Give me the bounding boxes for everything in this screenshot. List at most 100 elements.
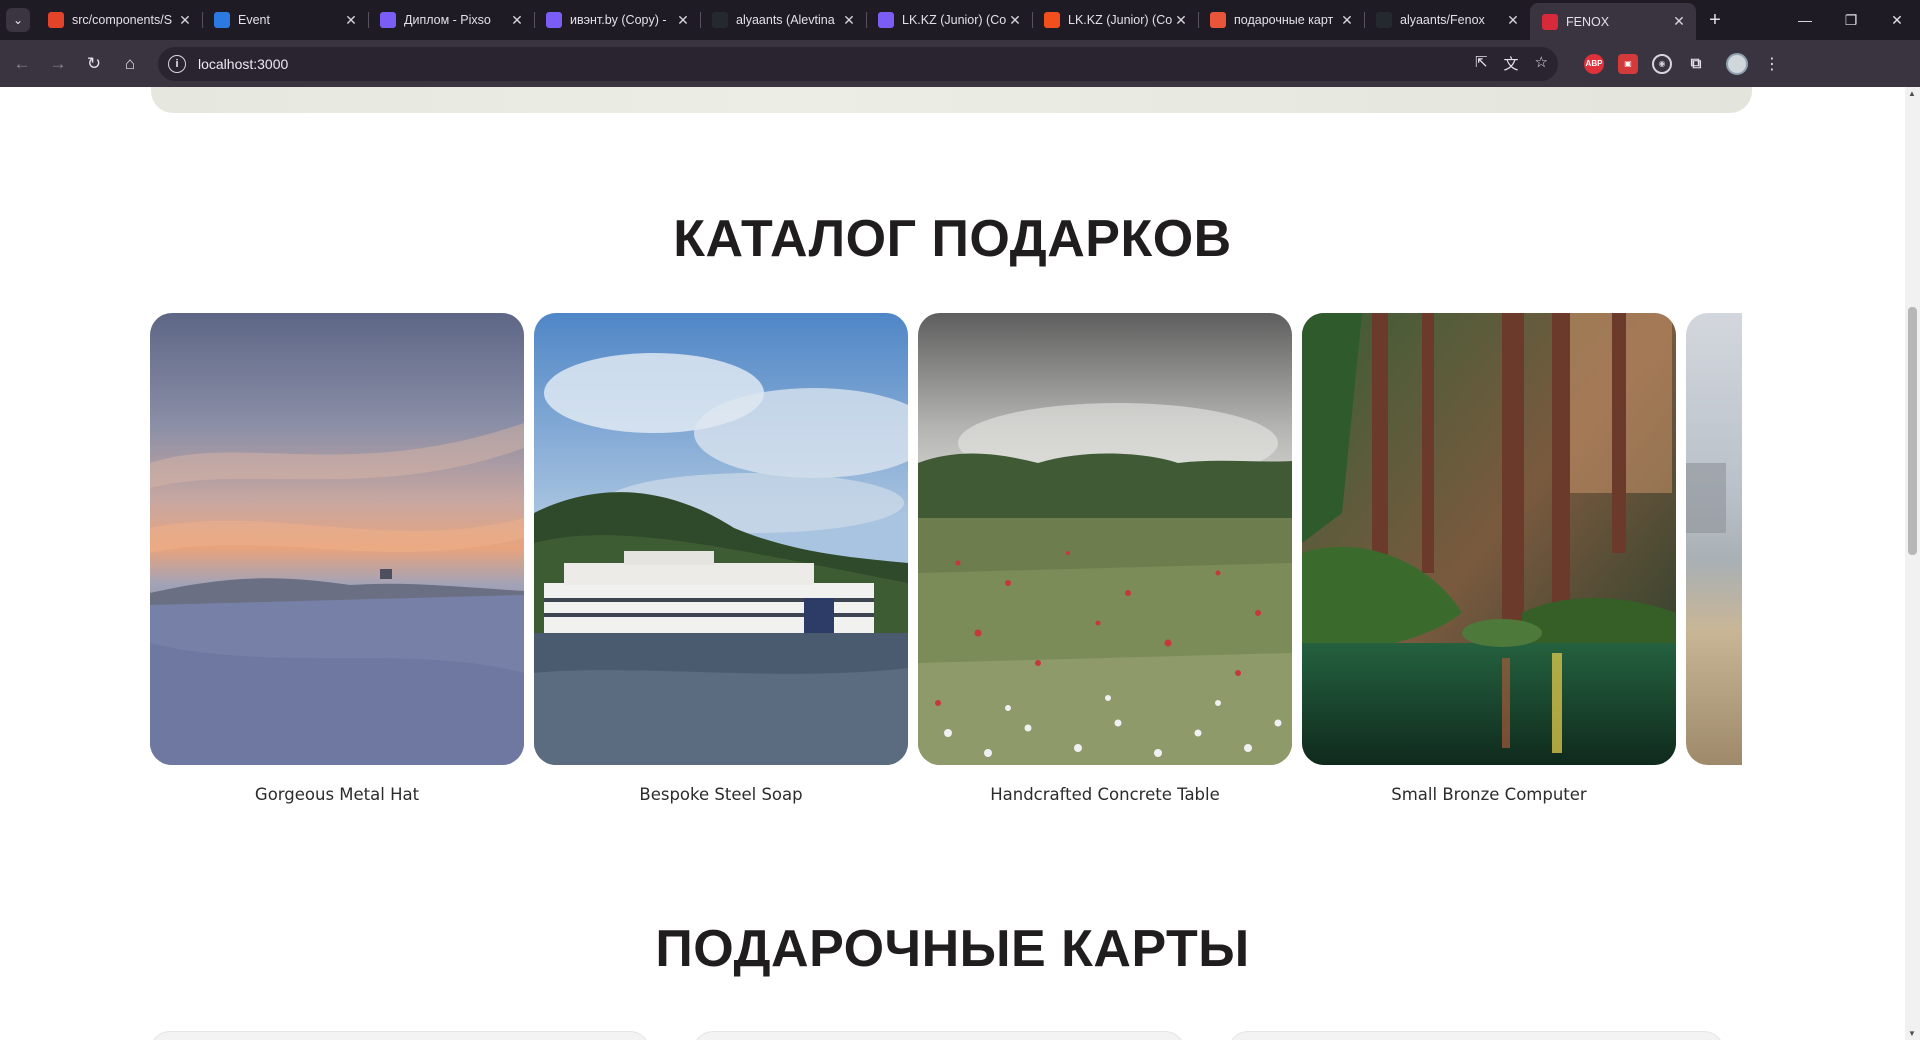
- home-button[interactable]: ⌂: [112, 46, 148, 82]
- product-image[interactable]: [1302, 313, 1676, 765]
- browser-tab[interactable]: LK.KZ (Junior) (Co ✕: [866, 3, 1032, 37]
- close-tab-icon[interactable]: ✕: [840, 11, 858, 29]
- product-name[interactable]: Gorgeous Metal Hat: [150, 785, 524, 804]
- close-tab-icon[interactable]: ✕: [1172, 11, 1190, 29]
- browser-tab[interactable]: подарочные карт ✕: [1198, 3, 1364, 37]
- browser-tab[interactable]: src/components/S ✕: [36, 3, 202, 37]
- tab-title: src/components/S: [72, 13, 173, 27]
- browser-tab[interactable]: alyaants/Fenox ✕: [1364, 3, 1530, 37]
- open-in-app-icon[interactable]: ⇱: [1475, 53, 1488, 74]
- product-name[interactable]: Handcrafted Concrete Table: [918, 785, 1292, 804]
- puzzle-extensions-icon[interactable]: ⧉: [1686, 54, 1706, 74]
- close-tab-icon[interactable]: ✕: [342, 11, 360, 29]
- product-card[interactable]: [1686, 313, 1742, 785]
- reload-button[interactable]: ↻: [76, 46, 112, 82]
- gift-card-tile[interactable]: [693, 1031, 1185, 1040]
- scroll-down-icon[interactable]: ▼: [1908, 1029, 1916, 1038]
- profile-avatar[interactable]: [1726, 52, 1748, 75]
- record-extension-icon[interactable]: ◉: [1652, 53, 1672, 74]
- product-image[interactable]: [1686, 313, 1742, 765]
- sunset-dunes-photo: [150, 313, 524, 765]
- product-image[interactable]: [534, 313, 908, 765]
- plus-icon: +: [1709, 8, 1721, 31]
- pixso-icon: [380, 12, 396, 28]
- address-bar[interactable]: i localhost:3000 ⇱ 文 ☆: [158, 46, 1558, 81]
- product-card[interactable]: Handcrafted Concrete Table: [918, 313, 1292, 804]
- reload-icon: ↻: [86, 53, 102, 73]
- product-card[interactable]: Small Bronze Computer: [1302, 313, 1676, 804]
- pixso-icon: [878, 12, 894, 28]
- tab-title: Event: [238, 13, 270, 27]
- chevron-down-icon: ⌄: [6, 8, 30, 32]
- scrollbar-thumb[interactable]: [1908, 307, 1917, 555]
- back-button[interactable]: ←: [4, 46, 40, 82]
- tab-title: Диплом - Pixso: [404, 13, 491, 27]
- close-tab-icon[interactable]: ✕: [176, 11, 194, 29]
- restore-button[interactable]: ❐: [1828, 0, 1874, 40]
- browser-tab[interactable]: Event ✕: [202, 3, 368, 37]
- poppy-meadow-photo: [918, 313, 1292, 765]
- extensions-area: ABP ▣ ◉ ⧉: [1584, 53, 1706, 74]
- browser-tab[interactable]: ивэнт.by (Copy) - ✕: [534, 3, 700, 37]
- adblock-extension-icon[interactable]: ABP: [1584, 53, 1604, 74]
- tab-title: LK.KZ (Junior) (Co: [902, 13, 1006, 27]
- hero-banner-bottom: [151, 87, 1752, 113]
- gift-card-tile[interactable]: [1228, 1031, 1724, 1040]
- browser-tab[interactable]: Диплом - Pixso ✕: [368, 3, 534, 37]
- product-card[interactable]: Gorgeous Metal Hat: [150, 313, 524, 804]
- tab-search-button[interactable]: ⌄: [0, 0, 36, 40]
- site-info-icon[interactable]: i: [168, 54, 186, 73]
- browser-menu-icon[interactable]: ⋮: [1762, 54, 1782, 74]
- browser-tab-bar: ⌄ src/components/S ✕ Event ✕ Диплом - Pixso ✕…: [0, 0, 1920, 40]
- tab-title: FENOX: [1566, 14, 1610, 29]
- new-tab-button[interactable]: +: [1698, 3, 1732, 37]
- close-tab-icon[interactable]: ✕: [1338, 11, 1356, 29]
- beach-photo: [1686, 313, 1742, 765]
- forward-arrow-icon: →: [49, 53, 67, 73]
- browser-tab[interactable]: FENOX ✕: [1530, 3, 1696, 40]
- gitlab-icon: [48, 12, 64, 28]
- tab-strip: src/components/S ✕ Event ✕ Диплом - Pixso ✕ ив…: [36, 0, 1696, 40]
- close-window-button[interactable]: ✕: [1874, 0, 1920, 40]
- gift-card-tile[interactable]: [150, 1031, 650, 1040]
- tab-title: ивэнт.by (Copy) -: [570, 13, 667, 27]
- gift-catalog-carousel[interactable]: Gorgeous Metal Hat Bespoke Steel Soap Ha…: [150, 313, 1742, 813]
- browser-tab[interactable]: alyaants (Alevtina ✕: [700, 3, 866, 37]
- github-icon: [712, 12, 728, 28]
- product-image[interactable]: [918, 313, 1292, 765]
- window-controls: — ❐ ✕: [1782, 0, 1920, 40]
- app-icon: [1210, 12, 1226, 28]
- page-icon: [214, 12, 230, 28]
- minimize-button[interactable]: —: [1782, 0, 1828, 40]
- tab-title: alyaants (Alevtina: [736, 13, 835, 27]
- close-tab-icon[interactable]: ✕: [1504, 11, 1522, 29]
- product-name[interactable]: Small Bronze Computer: [1302, 785, 1676, 804]
- close-tab-icon[interactable]: ✕: [674, 11, 692, 29]
- tab-title: alyaants/Fenox: [1400, 13, 1485, 27]
- pixso-icon: [546, 12, 562, 28]
- extension-icon[interactable]: ▣: [1618, 53, 1638, 74]
- catalog-title: КАТАЛОГ ПОДАРКОВ: [673, 210, 1232, 268]
- forest-stream-photo: [1302, 313, 1676, 765]
- scroll-up-icon[interactable]: ▲: [1908, 89, 1916, 98]
- product-name[interactable]: Bespoke Steel Soap: [534, 785, 908, 804]
- address-url[interactable]: localhost:3000: [198, 56, 1475, 72]
- forward-button[interactable]: →: [40, 46, 76, 82]
- close-tab-icon[interactable]: ✕: [1006, 11, 1024, 29]
- home-icon: ⌂: [124, 53, 136, 73]
- tab-title: подарочные карт: [1234, 13, 1334, 27]
- product-card[interactable]: Bespoke Steel Soap: [534, 313, 908, 804]
- gift-cards-title: ПОДАРОЧНЫЕ КАРТЫ: [655, 920, 1250, 978]
- product-image[interactable]: [150, 313, 524, 765]
- river-ship-photo: [534, 313, 908, 765]
- figma-icon: [1044, 12, 1060, 28]
- translate-icon[interactable]: 文: [1504, 53, 1519, 74]
- browser-tab[interactable]: LK.KZ (Junior) (Co ✕: [1032, 3, 1198, 37]
- page-viewport: КАТАЛОГ ПОДАРКОВ Gorgeous Metal Hat Besp…: [0, 87, 1905, 1040]
- back-arrow-icon: ←: [13, 53, 31, 73]
- page-scrollbar[interactable]: ▲ ▼: [1905, 87, 1920, 1040]
- tab-title: LK.KZ (Junior) (Co: [1068, 13, 1172, 27]
- bookmark-star-icon[interactable]: ☆: [1535, 53, 1548, 74]
- close-tab-icon[interactable]: ✕: [1670, 13, 1688, 31]
- close-tab-icon[interactable]: ✕: [508, 11, 526, 29]
